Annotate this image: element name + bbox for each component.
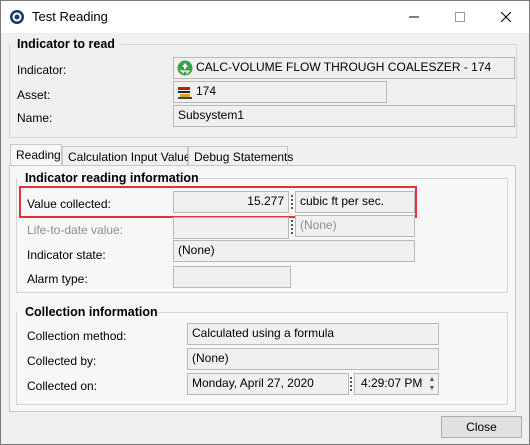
life-to-date-field	[173, 217, 289, 239]
app-icon	[9, 9, 25, 25]
asset-field: 174	[173, 81, 387, 103]
value-collected-highlight	[19, 186, 417, 218]
close-button[interactable]: Close	[441, 416, 522, 438]
recycle-icon	[177, 60, 193, 78]
tab-calculation-input-values[interactable]: Calculation Input Values	[62, 146, 197, 166]
tab-debug-statements[interactable]: Debug Statements	[188, 146, 293, 166]
indicator-field: CALC-VOLUME FLOW THROUGH COALESZER - 174	[173, 57, 515, 79]
indicator-state-field: (None)	[173, 240, 415, 262]
life-to-date-label: Life-to-date value:	[27, 223, 124, 237]
collected-on-date-field: Monday, April 27, 2020	[187, 373, 349, 395]
alarm-type-label: Alarm type:	[27, 272, 88, 286]
splitter-handle	[291, 220, 293, 234]
tab-reading[interactable]: Reading	[10, 144, 62, 165]
asset-value: 174	[196, 84, 217, 98]
life-to-date-units-field: (None)	[295, 215, 415, 237]
title-bar: Test Reading	[1, 1, 529, 33]
collection-method-label: Collection method:	[27, 329, 127, 343]
close-window-button[interactable]	[483, 1, 529, 33]
collected-on-label: Collected on:	[27, 379, 98, 393]
splitter-handle	[350, 377, 352, 391]
asset-label: Asset:	[17, 88, 51, 102]
test-reading-dialog: Test Reading Indicator to read Indicator…	[0, 0, 530, 445]
alarm-type-field	[173, 266, 291, 288]
minimize-button[interactable]	[391, 1, 437, 33]
collected-by-field: (None)	[187, 348, 439, 370]
section-divider	[199, 178, 508, 179]
spin-up-icon[interactable]: ▲	[426, 375, 438, 384]
collection-method-field: Calculated using a formula	[187, 323, 439, 345]
name-field: Subsystem1	[173, 105, 515, 127]
maximize-button[interactable]	[437, 1, 483, 33]
time-spinner[interactable]: ▲ ▼	[426, 375, 438, 395]
name-label: Name:	[17, 111, 53, 125]
collected-by-label: Collected by:	[27, 354, 97, 368]
indicator-state-label: Indicator state:	[27, 248, 106, 262]
window-title: Test Reading	[32, 9, 108, 24]
section-divider	[157, 312, 508, 313]
spin-down-icon[interactable]: ▼	[426, 384, 438, 393]
equipment-icon	[177, 84, 193, 102]
indicator-label: Indicator:	[17, 63, 67, 77]
indicator-value: CALC-VOLUME FLOW THROUGH COALESZER - 174	[196, 60, 492, 74]
